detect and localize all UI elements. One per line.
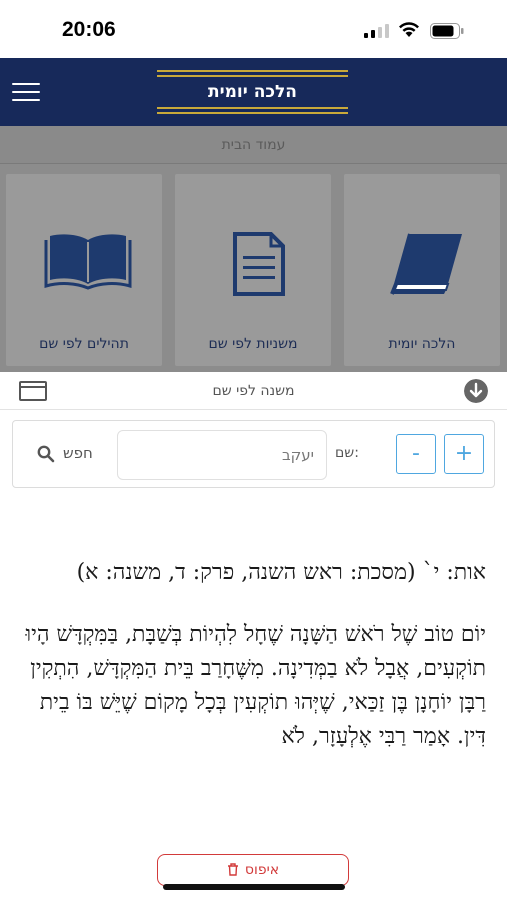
home-page-button[interactable]: עמוד הבית — [0, 126, 507, 164]
wifi-icon — [399, 22, 419, 37]
plus-button[interactable]: + — [444, 434, 484, 474]
reset-label: איפוס — [244, 862, 280, 878]
home-page-label: עמוד הבית — [221, 137, 286, 153]
search-button-label: חפש — [63, 444, 93, 462]
name-search-panel: + - שם: חפש — [12, 420, 495, 488]
battery-icon — [430, 23, 464, 39]
app-title: הלכה יומית — [208, 82, 297, 102]
tile-label: משניות לפי שם — [208, 336, 298, 352]
status-time: 20:06 — [62, 18, 116, 41]
arrow-down-circle-icon[interactable] — [464, 379, 488, 403]
reset-button[interactable]: איפוס — [157, 854, 349, 886]
name-field-label: שם: — [335, 445, 359, 461]
tile-label: הלכה יומית — [388, 336, 456, 352]
mishna-by-name-title: משנה לפי שם — [212, 383, 295, 399]
open-book-icon — [44, 234, 132, 290]
mishna-text: יוֹם טוֹב שֶׁל רֹאשׁ הַשָּׁנָה שֶׁחָל לִ… — [25, 622, 486, 749]
search-icon — [37, 445, 55, 463]
mishna-reference: אות: י` (מסכת: ראש השנה, פרק: ד, משנה: א… — [76, 560, 486, 585]
minus-button[interactable]: - — [396, 434, 436, 474]
cellular-signal-icon — [364, 24, 389, 38]
document-icon — [233, 232, 285, 296]
trash-icon — [227, 863, 238, 876]
category-grid: תהילים לפי שם משניות לפי שם הלכה יומית — [0, 164, 507, 372]
search-button[interactable]: חפש — [37, 443, 107, 465]
top-navbar: הלכה יומית — [0, 58, 507, 126]
book-icon — [390, 233, 462, 295]
tile-mishnayot-by-name[interactable]: משניות לפי שם — [175, 174, 331, 366]
status-bar: 20:06 — [0, 0, 507, 58]
menu-icon[interactable] — [12, 83, 40, 103]
name-input[interactable] — [117, 430, 327, 480]
app-logo: הלכה יומית — [157, 70, 348, 114]
window-icon[interactable] — [19, 381, 47, 401]
tile-psalms-by-name[interactable]: תהילים לפי שם — [6, 174, 162, 366]
tile-daily-halacha[interactable]: הלכה יומית — [344, 174, 500, 366]
mishna-by-name-header[interactable]: משנה לפי שם — [0, 372, 507, 410]
home-indicator[interactable] — [163, 884, 345, 890]
mishna-result: אות: י` (מסכת: ראש השנה, פרק: ד, משנה: א… — [16, 556, 486, 754]
tile-label: תהילים לפי שם — [39, 336, 129, 352]
